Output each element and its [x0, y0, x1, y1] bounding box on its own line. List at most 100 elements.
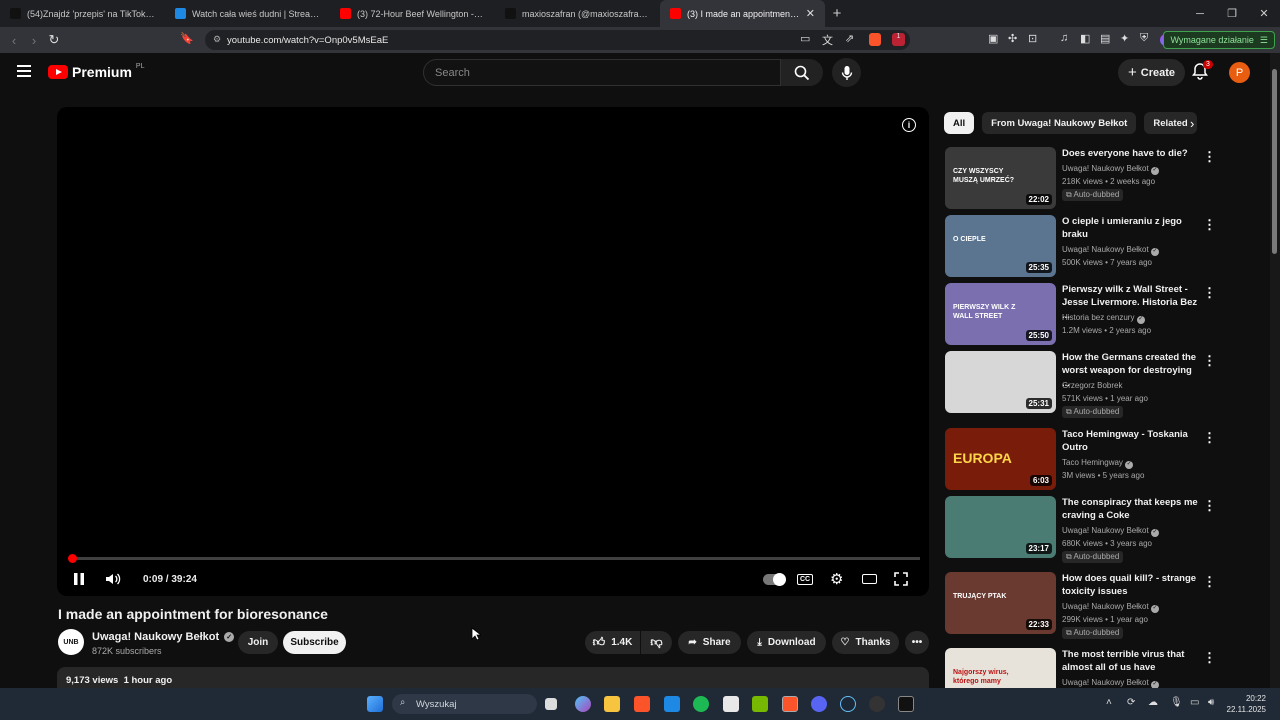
channel-name[interactable]: Taco Hemingway ✓: [1062, 456, 1134, 469]
discord-icon[interactable]: [811, 696, 827, 712]
spotify-icon[interactable]: [693, 696, 709, 712]
autoplay-toggle[interactable]: [763, 569, 786, 589]
dislike-button[interactable]: 👎︎: [641, 631, 672, 654]
notifications-button[interactable]: 3: [1191, 60, 1213, 82]
more-options-icon[interactable]: ⋮: [1203, 430, 1216, 446]
video-title[interactable]: Does everyone have to die?: [1062, 147, 1198, 160]
more-actions-button[interactable]: •••: [905, 631, 929, 654]
more-options-icon[interactable]: ⋮: [1203, 650, 1216, 666]
more-options-icon[interactable]: ⋮: [1203, 149, 1216, 165]
channel-name[interactable]: Historia bez cenzury ✓: [1062, 311, 1145, 324]
system-clock[interactable]: 20:22 22.11.2025: [1227, 693, 1266, 715]
recommended-video[interactable]: CZY WSZYSCY MUSZĄ UMRZEĆ? 22:02 Does every…: [945, 147, 1270, 211]
channel-name[interactable]: Uwaga! Naukowy Bełkot ✓: [1062, 162, 1159, 175]
taskbar-search[interactable]: ⌕ Wyszukaj: [392, 694, 537, 714]
share-button[interactable]: ➦ Share: [678, 631, 741, 654]
recommended-video[interactable]: O CIEPLE 25:35 O cieple i umieraniu z jego…: [945, 215, 1270, 279]
notepad-icon[interactable]: [723, 696, 739, 712]
fullscreen-button[interactable]: [894, 569, 908, 589]
steam-icon[interactable]: [840, 696, 856, 712]
more-options-icon[interactable]: ⋮: [1203, 574, 1216, 590]
video-thumbnail[interactable]: EUROPA 6:03: [945, 428, 1056, 490]
video-title[interactable]: O cieple i umieraniu z jego braku: [1062, 215, 1198, 241]
puzzle-icon[interactable]: ✣: [1008, 32, 1017, 45]
music-icon[interactable]: ♫: [1060, 32, 1068, 44]
subscribe-button[interactable]: Subscribe: [283, 631, 346, 654]
video-thumbnail[interactable]: PIERWSZY WILK Z WALL STREET 25:50: [945, 283, 1056, 345]
cast-icon[interactable]: ▭: [800, 32, 810, 45]
network-icon[interactable]: ▭: [1190, 697, 1199, 708]
channel-name[interactable]: Grzegorz Bobrek: [1062, 379, 1122, 392]
copilot-icon[interactable]: [575, 696, 591, 712]
join-button[interactable]: Join: [238, 631, 278, 654]
more-options-icon[interactable]: ⋮: [1203, 353, 1216, 369]
back-icon[interactable]: ‹: [4, 33, 24, 48]
channel-name[interactable]: Uwaga! Naukowy Bełkot ✓: [92, 631, 235, 643]
channel-name[interactable]: Uwaga! Naukowy Bełkot ✓: [1062, 600, 1159, 613]
recommended-video[interactable]: EUROPA 6:03 Taco Hemingway - Toskania Outr…: [945, 428, 1270, 492]
speaker-icon[interactable]: 🔊︎: [1208, 697, 1214, 708]
cloud-icon[interactable]: ☁: [1148, 697, 1158, 708]
minimize-icon[interactable]: ─: [1184, 0, 1216, 27]
download-button[interactable]: ⤓ Download: [747, 631, 826, 654]
bookmark-icon[interactable]: 🔖: [180, 32, 194, 45]
channel-avatar[interactable]: UNB: [58, 629, 84, 655]
rewards-icon[interactable]: 1: [892, 33, 905, 46]
terminal-icon[interactable]: [898, 696, 914, 712]
progress-bar[interactable]: [68, 554, 920, 563]
thanks-button[interactable]: ♡ Thanks: [832, 631, 899, 654]
scrubber-handle[interactable]: [68, 554, 78, 563]
filter-chip[interactable]: Related: [1144, 112, 1197, 134]
filter-chip[interactable]: All: [944, 112, 975, 134]
extension-icon[interactable]: ▣: [988, 32, 998, 45]
nvidia-icon[interactable]: [752, 696, 768, 712]
video-thumbnail[interactable]: 25:31: [945, 351, 1056, 413]
site-info-icon[interactable]: ⚙: [213, 34, 221, 45]
search-button[interactable]: [781, 59, 823, 86]
video-title[interactable]: How does quail kill? - strange toxicity …: [1062, 572, 1198, 598]
new-tab-icon[interactable]: +: [825, 0, 849, 27]
volume-button[interactable]: [105, 569, 121, 589]
wallet-icon[interactable]: ▤: [1100, 32, 1110, 45]
sidebar-toggle-icon[interactable]: ◧: [1080, 32, 1090, 45]
more-options-icon[interactable]: ⋮: [1203, 498, 1216, 514]
app-icon[interactable]: [869, 696, 885, 712]
video-title[interactable]: Taco Hemingway - Toskania Outro: [1062, 428, 1198, 454]
close-window-icon[interactable]: ✕: [1248, 0, 1280, 27]
account-avatar[interactable]: P: [1229, 62, 1250, 83]
page-scrollbar[interactable]: [1270, 53, 1280, 688]
screenshot-icon[interactable]: ⊡: [1028, 32, 1037, 45]
video-thumbnail[interactable]: 23:17: [945, 496, 1056, 558]
voice-search-button[interactable]: [832, 58, 861, 87]
task-view-icon[interactable]: [545, 698, 557, 710]
like-button[interactable]: 👍︎ 1.4K: [585, 631, 640, 654]
channel-name[interactable]: Uwaga! Naukowy Bełkot ✓: [1062, 524, 1159, 537]
forward-icon[interactable]: ›: [24, 33, 44, 48]
settings-button[interactable]: ⚙: [830, 569, 843, 589]
browser-tab[interactable]: Watch cała wieś dudni | Streamable: [165, 0, 330, 27]
theater-mode-button[interactable]: [862, 569, 877, 589]
recommended-video[interactable]: TRUJĄCY PTAK 22:33 How does quail kill? - …: [945, 572, 1270, 639]
brave-shields-icon[interactable]: [869, 33, 881, 46]
youtube-logo[interactable]: Premium PL: [48, 63, 144, 80]
maximize-icon[interactable]: ❐: [1216, 0, 1248, 27]
info-icon[interactable]: i: [902, 118, 916, 132]
search-input[interactable]: Search: [423, 59, 781, 86]
recommended-video[interactable]: Najgorszy wirus, którego mamy The most te…: [945, 648, 1270, 710]
reload-icon[interactable]: ↻: [44, 32, 64, 48]
video-title[interactable]: The most terrible virus that almost all …: [1062, 648, 1198, 674]
captions-button[interactable]: CC: [797, 569, 814, 589]
brave-active-icon[interactable]: [782, 696, 798, 712]
windows-start-icon[interactable]: [367, 696, 383, 712]
recommended-video[interactable]: PIERWSZY WILK Z WALL STREET 25:50 Pierwszy…: [945, 283, 1270, 347]
channel-name[interactable]: Uwaga! Naukowy Bełkot ✓: [1062, 243, 1159, 256]
guide-menu-icon[interactable]: [17, 65, 31, 77]
tray-icon[interactable]: ⟳: [1127, 697, 1135, 708]
translate-icon[interactable]: 文: [822, 32, 833, 48]
filter-chip[interactable]: From Uwaga! Naukowy Bełkot: [982, 112, 1137, 134]
scrollbar-thumb[interactable]: [1272, 69, 1277, 254]
chevron-up-icon[interactable]: ˄: [1106, 697, 1112, 708]
create-button[interactable]: + Create: [1118, 59, 1186, 86]
pause-button[interactable]: [73, 569, 85, 589]
share-page-icon[interactable]: ⇗: [845, 32, 854, 45]
